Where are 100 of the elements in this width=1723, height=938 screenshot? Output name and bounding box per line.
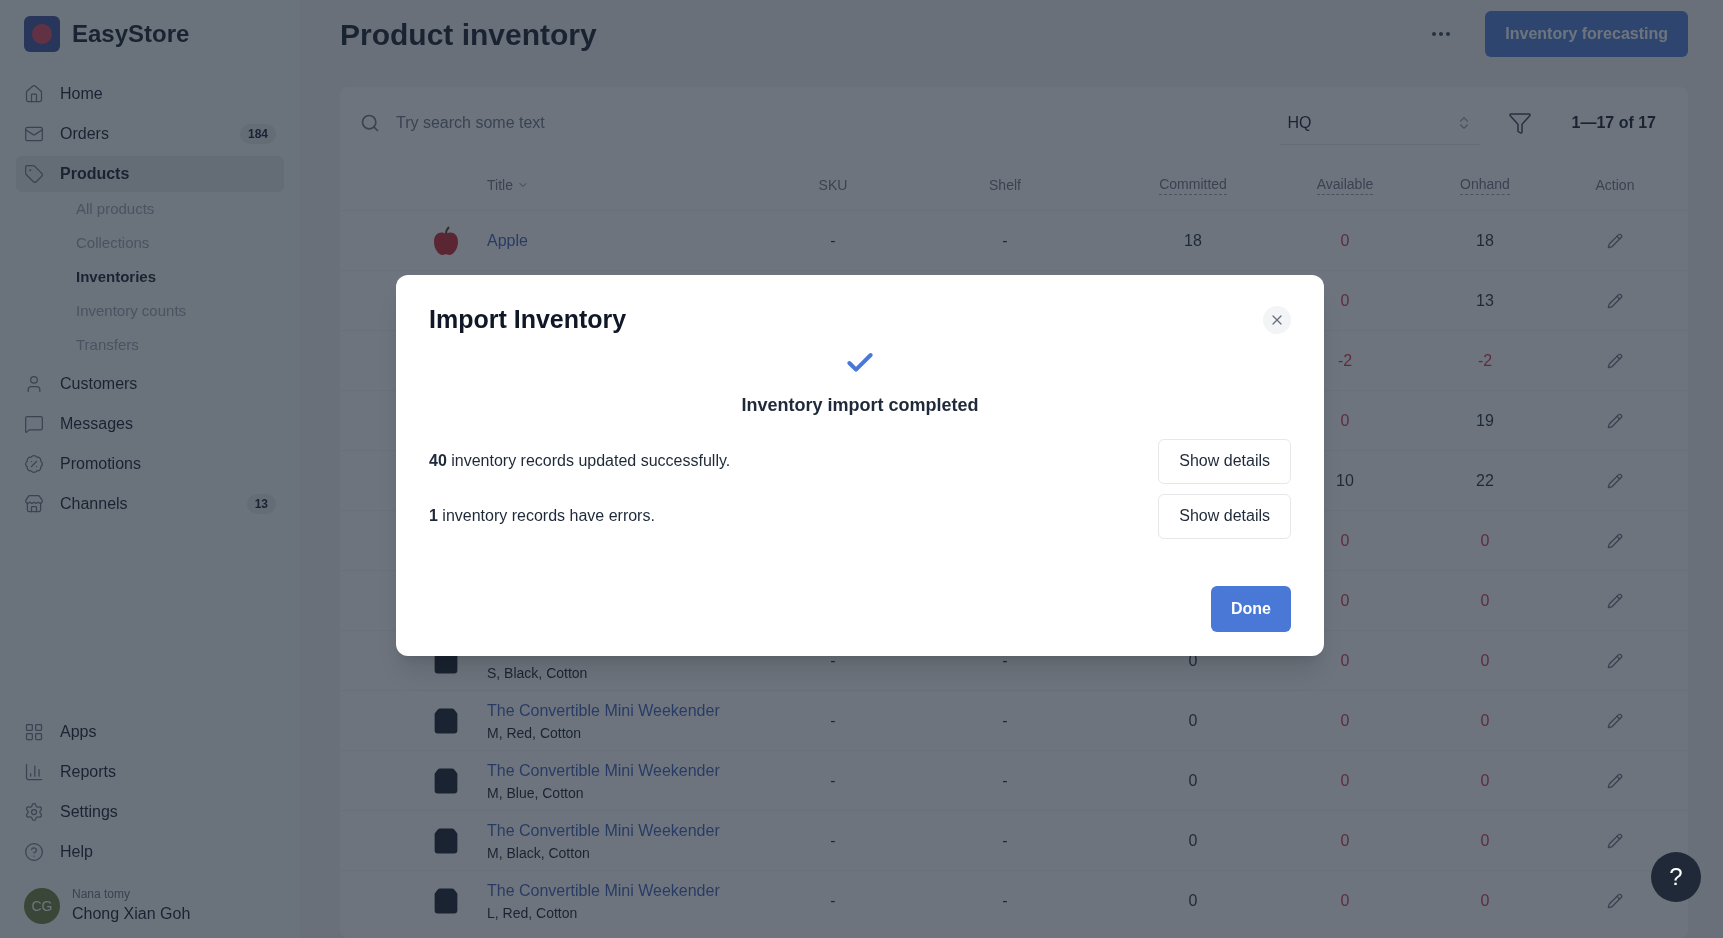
nav-item[interactable]: Channels 13 — [16, 486, 284, 522]
bag-icon — [432, 826, 460, 855]
product-title-link[interactable]: The Convertible Mini Weekender — [487, 878, 780, 903]
nav-item[interactable]: Home — [16, 76, 284, 112]
show-details-button[interactable]: Show details — [1158, 493, 1291, 539]
table-cell-text: 0 — [1188, 770, 1198, 791]
nav-item[interactable]: Settings — [24, 794, 276, 830]
nav-item[interactable]: Apps — [24, 714, 276, 750]
bag-icon — [432, 766, 460, 795]
table-cell-text: - — [830, 710, 836, 731]
table-cell-text: 0 — [1480, 830, 1490, 851]
store-icon — [24, 494, 44, 514]
percent-badge-icon — [24, 454, 44, 474]
table-cell-text: 0 — [1340, 770, 1350, 791]
edit-icon[interactable] — [1607, 292, 1623, 309]
dialog-title: Import Inventory — [429, 304, 627, 335]
brand-name: EasyStore — [72, 19, 190, 49]
sub-nav-item[interactable]: Inventories — [76, 260, 276, 294]
count-badge: 13 — [246, 494, 276, 514]
close-button[interactable] — [1263, 305, 1291, 334]
user-name: Chong Xian Goh — [72, 904, 191, 924]
filter-icon[interactable] — [1507, 111, 1532, 135]
edit-icon[interactable] — [1607, 832, 1623, 849]
edit-icon[interactable] — [1607, 772, 1623, 789]
nav-item[interactable]: Help — [24, 834, 276, 870]
table-cell-text: - — [1002, 830, 1008, 851]
table-cell-text: 0 — [1340, 590, 1350, 611]
table-cell-text: 0 — [1340, 650, 1350, 671]
logo-icon — [24, 16, 60, 52]
location-select[interactable]: HQ — [1279, 101, 1480, 145]
table-cell-text: - — [1002, 710, 1008, 731]
nav-item[interactable]: Orders 184 — [16, 116, 284, 152]
table-cell-text: - — [830, 770, 836, 791]
table-cell-text: - — [830, 830, 836, 851]
table-cell-text: 0 — [1340, 890, 1350, 911]
table-cell-text: 0 — [1480, 530, 1490, 551]
table-cell-text: - — [1002, 770, 1008, 791]
table-cell-text: 0 — [1188, 830, 1198, 851]
table-cell-text: 0 — [1340, 710, 1350, 731]
table-cell-text: - — [830, 890, 836, 911]
table-cell-text: 0 — [1480, 770, 1490, 791]
table-cell-text: - — [830, 230, 836, 251]
product-title-link[interactable]: The Convertible Mini Weekender — [487, 818, 780, 843]
table-cell-text: 0 — [1340, 230, 1350, 251]
page-title: Product inventory — [340, 16, 598, 53]
count-badge: 184 — [239, 124, 276, 144]
nav-item[interactable]: Promotions — [16, 446, 284, 482]
edit-icon[interactable] — [1607, 712, 1623, 729]
done-button[interactable]: Done — [1211, 586, 1291, 632]
table-cell-text: 0 — [1480, 710, 1490, 731]
edit-icon[interactable] — [1607, 232, 1623, 249]
product-title-link[interactable]: The Convertible Mini Weekender — [487, 758, 780, 783]
status-text: Inventory import completed — [740, 393, 980, 417]
edit-icon[interactable] — [1607, 412, 1623, 429]
nav-item[interactable]: Messages — [16, 406, 284, 442]
table-cell-text: 13 — [1476, 290, 1494, 311]
nav-item[interactable]: Customers — [16, 366, 284, 402]
table-cell-text: 0 — [1480, 890, 1490, 911]
show-details-button[interactable]: Show details — [1158, 438, 1291, 484]
table-cell-text: 0 — [1340, 410, 1350, 431]
table-cell-text: 10 — [1336, 470, 1354, 491]
grid-icon — [24, 722, 44, 742]
table-cell-text: 0 — [1480, 650, 1490, 671]
edit-icon[interactable] — [1607, 592, 1623, 609]
search-icon — [360, 113, 380, 133]
home-icon — [24, 84, 44, 104]
table-cell-text: 0 — [1340, 530, 1350, 551]
edit-icon[interactable] — [1607, 892, 1623, 909]
table-cell-text: 18 — [1476, 230, 1494, 251]
table-cell-text: -2 — [1337, 350, 1353, 371]
edit-icon[interactable] — [1607, 352, 1623, 369]
message-icon — [24, 414, 44, 434]
bag-icon — [432, 886, 460, 915]
nav-item[interactable]: Products — [16, 156, 284, 192]
table-cell-text: 0 — [1188, 890, 1198, 911]
edit-icon[interactable] — [1607, 472, 1623, 489]
variant-text: S, Black, Cotton — [487, 663, 589, 683]
table-cell-text: - — [1002, 230, 1008, 251]
nav-item[interactable]: Reports — [24, 754, 276, 790]
table-cell-text: -2 — [1477, 350, 1493, 371]
product-title-link[interactable]: Apple — [487, 228, 780, 253]
help-icon — [24, 842, 44, 862]
apple-icon — [431, 224, 461, 257]
table-cell-text: 0 — [1340, 290, 1350, 311]
edit-icon[interactable] — [1607, 532, 1623, 549]
table-cell-text: 0 — [1188, 710, 1198, 731]
bag-icon — [432, 706, 460, 735]
variant-text: M, Blue, Cotton — [487, 783, 585, 803]
table-cell-text: - — [830, 650, 836, 671]
avatar[interactable]: CG — [24, 888, 60, 924]
product-title-link[interactable]: The Convertible Mini Weekender — [487, 698, 780, 723]
table-cell-text: - — [1002, 890, 1008, 911]
result-text: 1 inventory records have errors. — [429, 506, 655, 526]
table-cell-text: 18 — [1184, 230, 1202, 251]
table-cell-text: 0 — [1480, 590, 1490, 611]
tag-icon — [24, 164, 44, 184]
edit-icon[interactable] — [1607, 652, 1623, 669]
result-text: 40 inventory records updated successfully. — [429, 451, 731, 471]
table-cell-text: 22 — [1476, 470, 1494, 491]
pagination-count: 1—17 of 17 — [1571, 113, 1656, 133]
